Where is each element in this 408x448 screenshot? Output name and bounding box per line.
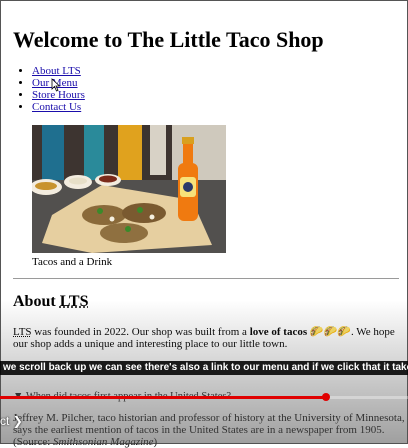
video-subtitle: we scroll back up we can see there's als… xyxy=(0,361,408,375)
chevron-right-icon: ❯ xyxy=(12,414,23,428)
about-heading-abbr: LTS xyxy=(59,293,89,310)
section-divider xyxy=(13,278,399,279)
browser-page: Welcome to The Little Taco Shop About LT… xyxy=(0,0,408,448)
about-heading-prefix: About xyxy=(13,293,60,310)
tacos-photo xyxy=(32,125,226,253)
tacos-history-text: Jeffrey M. Pilcher, taco historian and p… xyxy=(13,412,407,448)
lts-abbr: LTS xyxy=(13,326,32,338)
about-paragraph: LTS was founded in 2022. Our shop was bu… xyxy=(13,326,403,350)
mouse-cursor-icon xyxy=(51,78,61,92)
source-prefix: (Source: xyxy=(13,436,54,448)
photo-caption: Tacos and a Drink xyxy=(32,256,113,268)
next-label: ct xyxy=(0,414,10,428)
video-progress-bar[interactable] xyxy=(0,393,408,401)
source-title: Smithsonian Magazine xyxy=(53,436,154,448)
nav-link-contact[interactable]: Contact Us xyxy=(32,101,81,113)
main-nav: About LTS Our Menu Store Hours Contact U… xyxy=(14,65,85,113)
video-progress-fill xyxy=(0,396,327,399)
about-text-part-1: was founded in 2022. Our shop was built … xyxy=(31,326,250,338)
nav-link-about[interactable]: About LTS xyxy=(32,65,81,77)
next-control[interactable]: ct ❯ xyxy=(0,414,23,428)
love-of-tacos-bold: love of tacos xyxy=(249,326,308,338)
nav-item-about: About LTS xyxy=(32,65,85,77)
nav-item-contact: Contact Us xyxy=(32,101,85,113)
page-title: Welcome to The Little Taco Shop xyxy=(13,27,324,52)
tacos-photo-illustration xyxy=(32,125,226,253)
source-suffix: ) xyxy=(153,436,158,448)
about-heading: About LTS xyxy=(13,293,88,311)
tacos-history-body: Jeffrey M. Pilcher, taco historian and p… xyxy=(13,412,405,436)
taco-icon: 🌮🌮🌮 xyxy=(309,326,351,338)
